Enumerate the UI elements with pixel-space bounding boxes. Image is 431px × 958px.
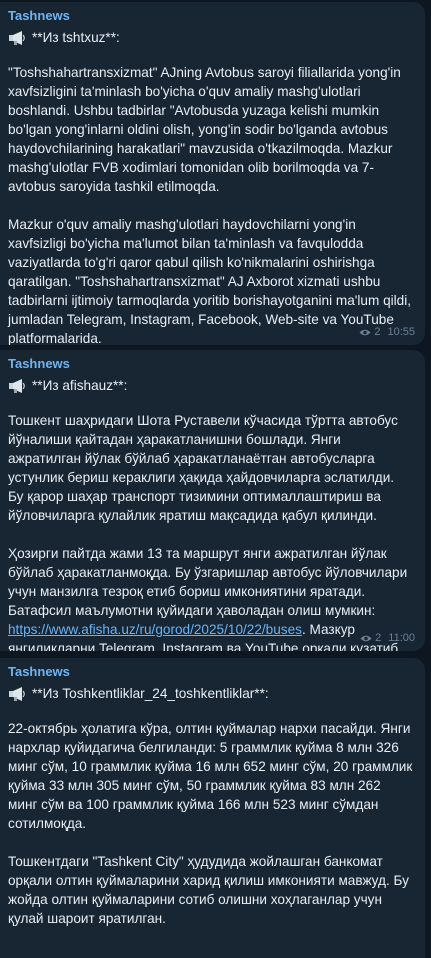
megaphone-icon <box>9 378 25 393</box>
sender-name[interactable]: Tashnews <box>8 664 413 680</box>
message-bubble[interactable]: Tashnews **Из tshtxuz**: "Toshshahartran… <box>0 2 425 345</box>
message-time: 11:00 <box>388 632 415 644</box>
message-paragraph: "Toshshahartransxizmat" AJning Avtobus s… <box>8 65 401 194</box>
message-time: 10:55 <box>387 326 415 338</box>
eye-icon <box>359 329 371 336</box>
megaphone-icon <box>9 30 25 45</box>
megaphone-icon <box>9 686 25 701</box>
message-bubble[interactable]: Tashnews **Из afishauz**: Тошкент шаҳрид… <box>0 350 425 651</box>
forward-source: **Из Toshkentliklar_24_toshkentliklar**: <box>32 686 269 701</box>
paragraph-text: Ҳозирги пайтда жами 13 та маршрут янги а… <box>8 546 408 618</box>
article-link[interactable]: https://www.afisha.uz/ru/gorod/2025/10/2… <box>8 622 302 637</box>
forward-source: **Из afishauz**: <box>32 378 128 393</box>
sender-name[interactable]: Tashnews <box>8 8 413 24</box>
message-paragraph: Ҳозирги пайтда жами 13 та маршрут янги а… <box>8 544 413 651</box>
view-count: 2 <box>375 632 382 644</box>
message-meta: 2 10:55 <box>359 326 415 339</box>
message-paragraph: 22-октябрь ҳолатига кўра, олтин қуймалар… <box>8 721 413 831</box>
eye-icon <box>360 635 372 642</box>
forward-header: **Из afishauz**: <box>8 376 413 395</box>
view-count: 2 <box>374 326 381 338</box>
sender-name[interactable]: Tashnews <box>8 356 413 372</box>
message-paragraph: Тошкентдаги "Tashkent City" ҳудудида жой… <box>8 854 409 926</box>
forward-header: **Из Toshkentliklar_24_toshkentliklar**: <box>8 684 413 703</box>
message-meta: 2 11:00 <box>360 632 415 645</box>
message-paragraph: Тошкент шаҳридаги Шота Руставели кўчасид… <box>8 413 398 523</box>
message-paragraph: Mazkur o'quv amaliy mashg'ulotlari haydo… <box>8 217 412 345</box>
forward-header: **Из tshtxuz**: <box>8 28 413 47</box>
message-bubble[interactable]: Tashnews **Из Toshkentliklar_24_toshkent… <box>0 658 425 958</box>
forward-source: **Из tshtxuz**: <box>32 30 120 45</box>
